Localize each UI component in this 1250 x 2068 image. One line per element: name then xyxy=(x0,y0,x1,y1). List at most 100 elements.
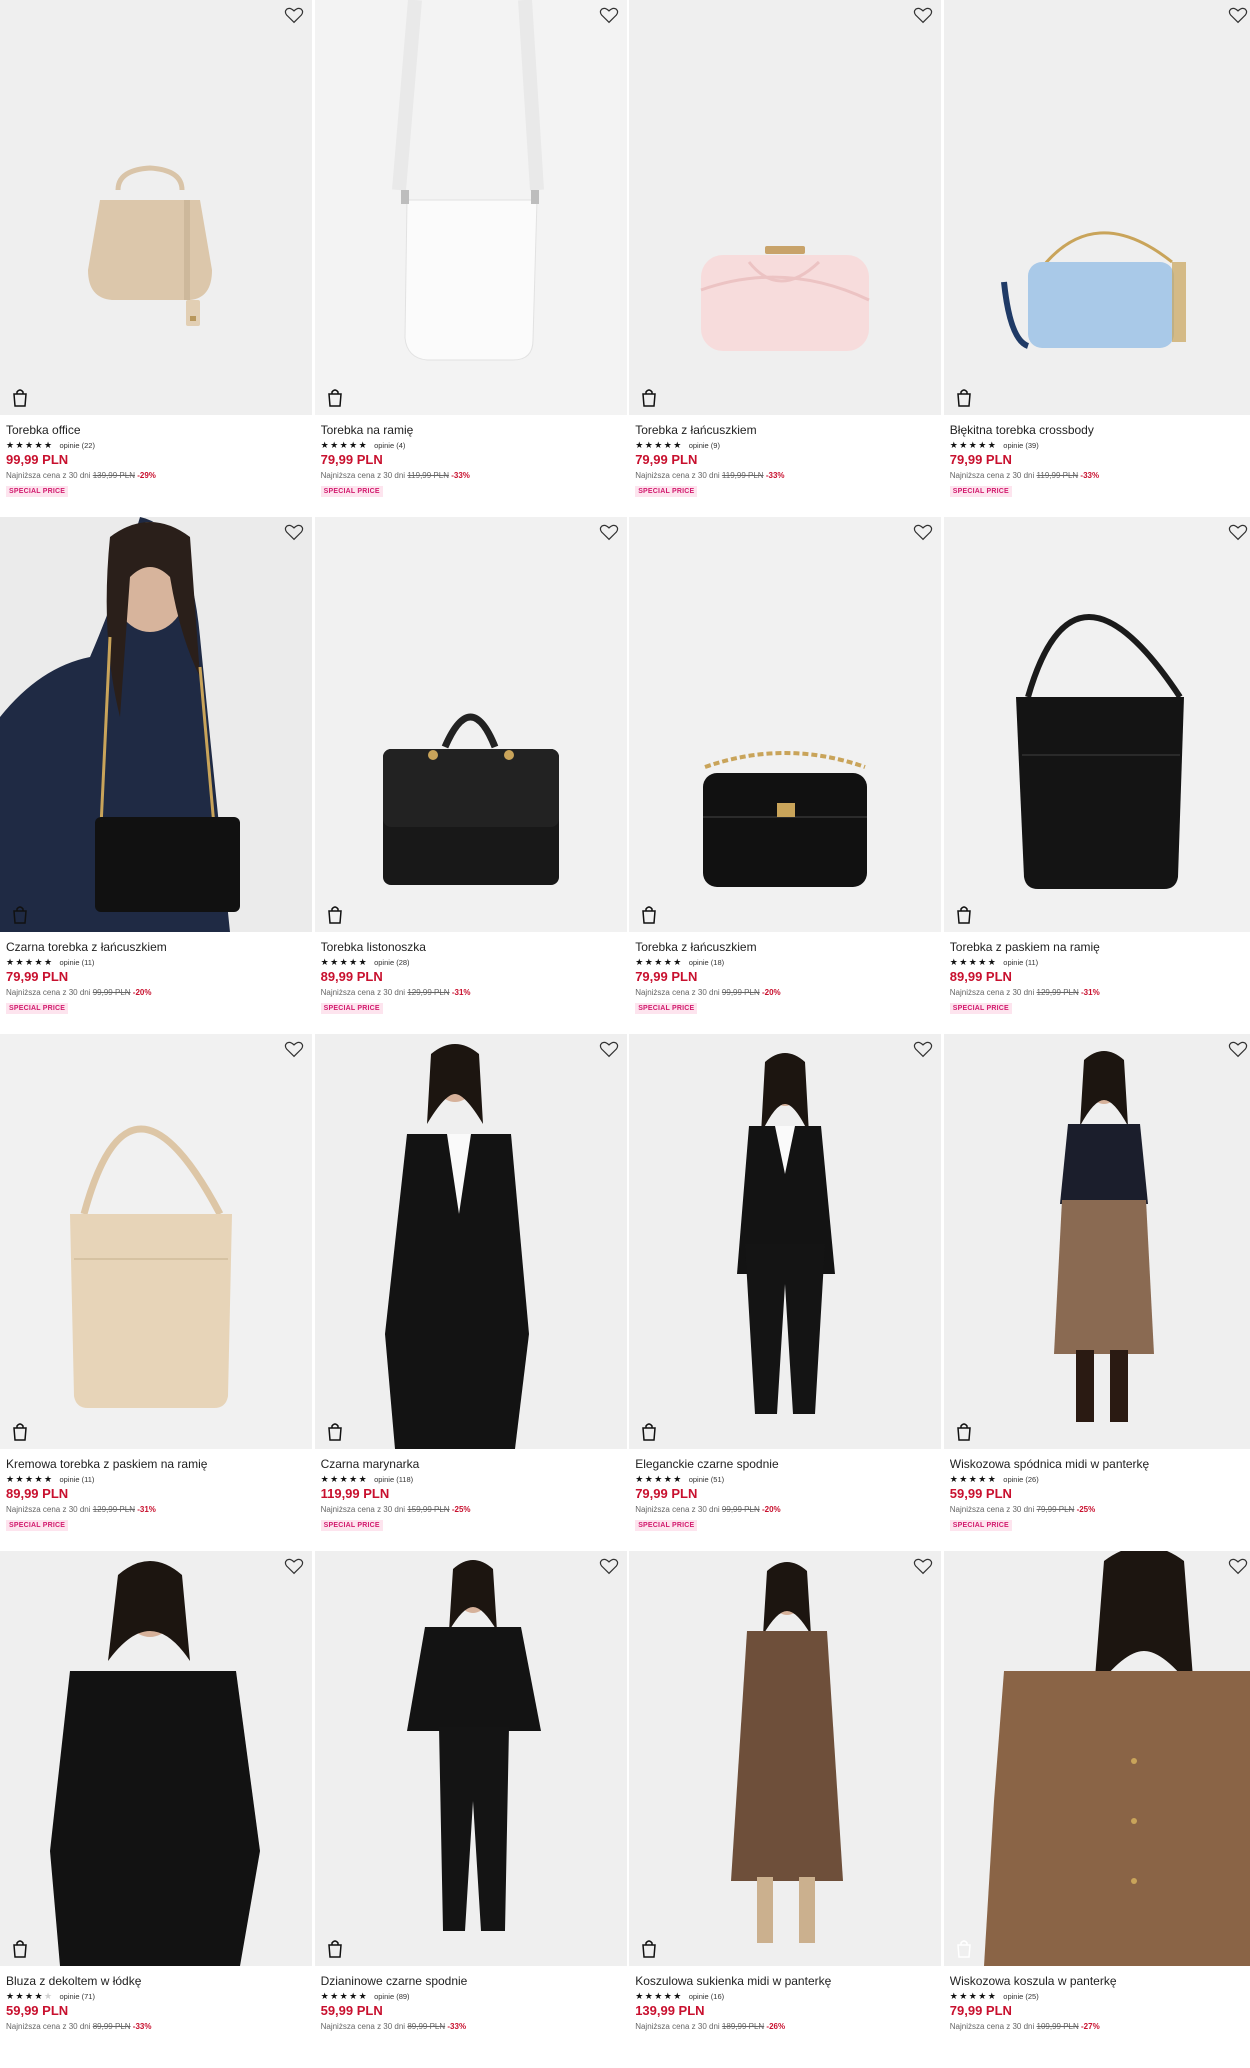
add-to-cart-bag-icon[interactable] xyxy=(327,388,343,407)
favorite-heart-icon[interactable] xyxy=(284,1557,304,1575)
product-name[interactable]: Torebka listonoszka xyxy=(321,940,627,954)
product-card[interactable]: Czarna marynarka ★ ★ ★ ★ ★ opinie (118) 119,… xyxy=(314,1034,627,1551)
product-name[interactable]: Torebka z paskiem na ramię xyxy=(950,940,1250,954)
favorite-heart-icon[interactable] xyxy=(284,523,304,541)
product-image[interactable] xyxy=(629,517,942,932)
add-to-cart-bag-icon[interactable] xyxy=(12,1422,28,1441)
product-name[interactable]: Kremowa torebka z paskiem na ramię xyxy=(6,1457,312,1471)
product-name[interactable]: Koszulowa sukienka midi w panterkę xyxy=(635,1974,941,1988)
favorite-heart-icon[interactable] xyxy=(913,1040,933,1058)
add-to-cart-bag-icon[interactable] xyxy=(12,388,28,407)
product-image[interactable] xyxy=(629,1551,942,1966)
product-name[interactable]: Czarna marynarka xyxy=(321,1457,627,1471)
product-card[interactable]: Błękitna torebka crossbody ★ ★ ★ ★ ★ opinie … xyxy=(943,0,1250,517)
product-image[interactable] xyxy=(943,1551,1250,1966)
review-count[interactable]: opinie (71) xyxy=(60,1992,95,2001)
product-image[interactable] xyxy=(0,1034,312,1449)
add-to-cart-bag-icon[interactable] xyxy=(12,1939,28,1958)
add-to-cart-bag-icon[interactable] xyxy=(956,1422,972,1441)
review-count[interactable]: opinie (118) xyxy=(374,1475,413,1484)
product-card[interactable]: Koszulowa sukienka midi w panterkę ★ ★ ★ ★ ★… xyxy=(629,1551,942,2068)
product-card[interactable]: Bluza z dekoltem w łódkę ★ ★ ★ ★ ★ opinie (7… xyxy=(0,1551,312,2068)
favorite-heart-icon[interactable] xyxy=(599,6,619,24)
discount: -31% xyxy=(1081,988,1100,997)
review-count[interactable]: opinie (11) xyxy=(60,958,95,967)
review-count[interactable]: opinie (89) xyxy=(374,1992,409,2001)
review-count[interactable]: opinie (51) xyxy=(689,1475,724,1484)
favorite-heart-icon[interactable] xyxy=(1228,1040,1248,1058)
product-name[interactable]: Błękitna torebka crossbody xyxy=(950,423,1250,437)
review-count[interactable]: opinie (26) xyxy=(1003,1475,1038,1484)
review-count[interactable]: opinie (25) xyxy=(1003,1992,1038,2001)
product-image[interactable] xyxy=(314,1551,627,1966)
product-image[interactable] xyxy=(0,517,312,932)
review-count[interactable]: opinie (18) xyxy=(689,958,724,967)
add-to-cart-bag-icon[interactable] xyxy=(956,1939,972,1958)
product-name[interactable]: Torebka na ramię xyxy=(321,423,627,437)
product-image[interactable] xyxy=(314,1034,627,1449)
add-to-cart-bag-icon[interactable] xyxy=(327,1939,343,1958)
model-leopard-dress-icon xyxy=(731,1562,844,1943)
old-price: 99,99 PLN xyxy=(721,988,760,997)
product-card[interactable]: Torebka z paskiem na ramię ★ ★ ★ ★ ★ opinie … xyxy=(943,517,1250,1034)
add-to-cart-bag-icon[interactable] xyxy=(327,905,343,924)
product-image[interactable] xyxy=(629,0,942,415)
product-name[interactable]: Torebka z łańcuszkiem xyxy=(635,423,941,437)
product-card[interactable]: Torebka z łańcuszkiem ★ ★ ★ ★ ★ opinie (18) … xyxy=(629,517,942,1034)
favorite-heart-icon[interactable] xyxy=(599,1557,619,1575)
product-name[interactable]: Dzianinowe czarne spodnie xyxy=(321,1974,627,1988)
product-card[interactable]: Wiskozowa koszula w panterkę ★ ★ ★ ★ ★ opini… xyxy=(943,1551,1250,2068)
product-image[interactable] xyxy=(943,517,1250,932)
product-name[interactable]: Wiskozowa koszula w panterkę xyxy=(950,1974,1250,1988)
add-to-cart-bag-icon[interactable] xyxy=(641,905,657,924)
add-to-cart-bag-icon[interactable] xyxy=(956,905,972,924)
product-name[interactable]: Wiskozowa spódnica midi w panterkę xyxy=(950,1457,1250,1471)
product-card[interactable]: Torebka na ramię ★ ★ ★ ★ ★ opinie (4) 79,99 … xyxy=(314,0,627,517)
favorite-heart-icon[interactable] xyxy=(599,523,619,541)
product-image[interactable] xyxy=(629,1034,942,1449)
review-count[interactable]: opinie (39) xyxy=(1003,441,1038,450)
product-name[interactable]: Torebka office xyxy=(6,423,312,437)
product-card[interactable]: Torebka office ★ ★ ★ ★ ★ opinie (22) 99,99 P… xyxy=(0,0,312,517)
review-count[interactable]: opinie (11) xyxy=(60,1475,95,1484)
product-image[interactable] xyxy=(314,0,627,415)
add-to-cart-bag-icon[interactable] xyxy=(641,1939,657,1958)
favorite-heart-icon[interactable] xyxy=(1228,6,1248,24)
review-count[interactable]: opinie (11) xyxy=(1003,958,1038,967)
review-count[interactable]: opinie (4) xyxy=(374,441,405,450)
favorite-heart-icon[interactable] xyxy=(599,1040,619,1058)
product-card[interactable]: Kremowa torebka z paskiem na ramię ★ ★ ★ ★ ★… xyxy=(0,1034,312,1551)
favorite-heart-icon[interactable] xyxy=(1228,1557,1248,1575)
product-card[interactable]: Eleganckie czarne spodnie ★ ★ ★ ★ ★ opinie (… xyxy=(629,1034,942,1551)
favorite-heart-icon[interactable] xyxy=(913,523,933,541)
add-to-cart-bag-icon[interactable] xyxy=(956,388,972,407)
discount: -25% xyxy=(451,1505,471,1514)
product-card[interactable]: Wiskozowa spódnica midi w panterkę ★ ★ ★ ★ ★… xyxy=(943,1034,1250,1551)
review-count[interactable]: opinie (28) xyxy=(374,958,409,967)
product-image[interactable] xyxy=(943,1034,1250,1449)
add-to-cart-bag-icon[interactable] xyxy=(641,1422,657,1441)
product-image[interactable] xyxy=(314,517,627,932)
product-card[interactable]: Dzianinowe czarne spodnie ★ ★ ★ ★ ★ opinie (… xyxy=(314,1551,627,2068)
favorite-heart-icon[interactable] xyxy=(284,6,304,24)
product-image[interactable] xyxy=(943,0,1250,415)
product-name[interactable]: Bluza z dekoltem w łódkę xyxy=(6,1974,312,1988)
favorite-heart-icon[interactable] xyxy=(284,1040,304,1058)
add-to-cart-bag-icon[interactable] xyxy=(12,905,28,924)
product-name[interactable]: Eleganckie czarne spodnie xyxy=(635,1457,941,1471)
product-card[interactable]: Torebka listonoszka ★ ★ ★ ★ ★ opinie (28) 89… xyxy=(314,517,627,1034)
add-to-cart-bag-icon[interactable] xyxy=(327,1422,343,1441)
favorite-heart-icon[interactable] xyxy=(913,6,933,24)
product-card[interactable]: Torebka z łańcuszkiem ★ ★ ★ ★ ★ opinie (9) 7… xyxy=(629,0,942,517)
favorite-heart-icon[interactable] xyxy=(1228,523,1248,541)
product-name[interactable]: Czarna torebka z łańcuszkiem xyxy=(6,940,312,954)
product-card[interactable]: Czarna torebka z łańcuszkiem ★ ★ ★ ★ ★ opini… xyxy=(0,517,312,1034)
favorite-heart-icon[interactable] xyxy=(913,1557,933,1575)
product-image[interactable] xyxy=(0,0,312,415)
review-count[interactable]: opinie (16) xyxy=(689,1992,724,2001)
product-name[interactable]: Torebka z łańcuszkiem xyxy=(635,940,941,954)
add-to-cart-bag-icon[interactable] xyxy=(641,388,657,407)
product-image[interactable] xyxy=(0,1551,312,1966)
review-count[interactable]: opinie (22) xyxy=(60,441,95,450)
review-count[interactable]: opinie (9) xyxy=(689,441,720,450)
